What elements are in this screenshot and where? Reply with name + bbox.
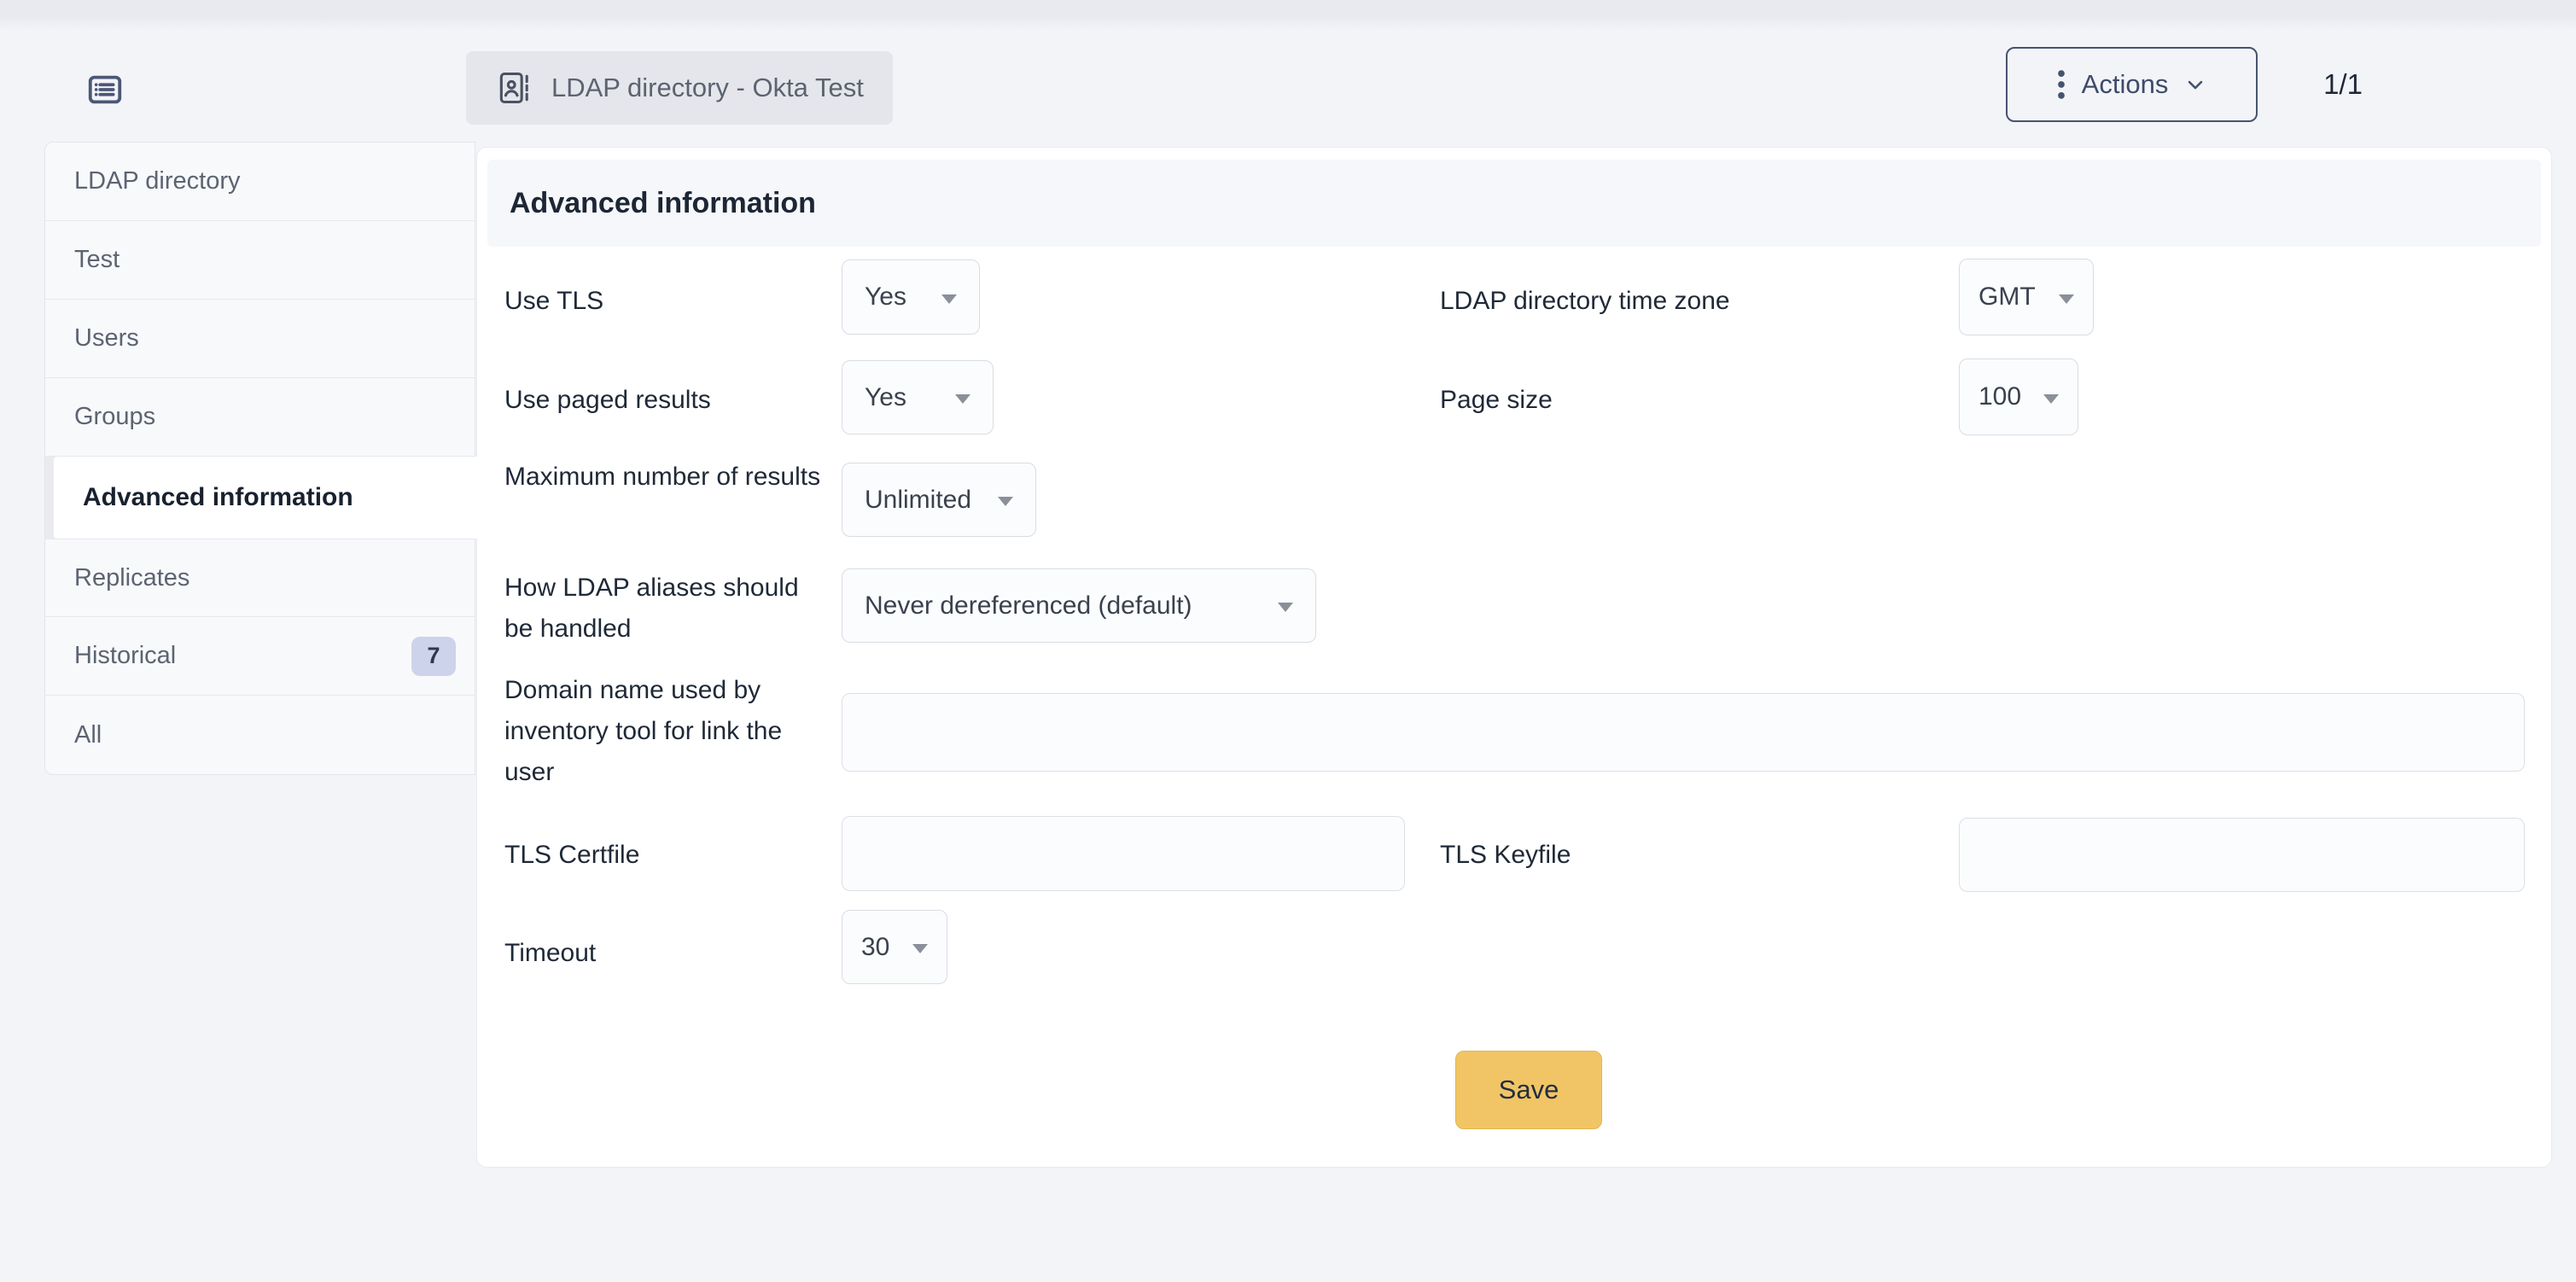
sidebar-item-replicates[interactable]: Replicates xyxy=(45,539,475,617)
aliases-label: How LDAP aliases should be handled xyxy=(504,568,829,650)
sidebar-item-historical[interactable]: Historical 7 xyxy=(45,617,475,696)
use-paged-results-label: Use paged results xyxy=(504,380,829,421)
max-results-select[interactable]: Unlimited xyxy=(842,463,1036,537)
timeout-select[interactable]: 30 xyxy=(842,910,947,984)
timezone-label: LDAP directory time zone xyxy=(1440,281,1952,322)
timezone-value: GMT xyxy=(1979,283,2036,312)
historical-count-badge: 7 xyxy=(411,637,456,676)
dropdown-caret-icon xyxy=(941,294,957,304)
sidebar-item-label: All xyxy=(74,721,102,749)
page-size-value: 100 xyxy=(1979,382,2021,411)
sidebar-item-groups[interactable]: Groups xyxy=(45,378,475,457)
sidebar-item-test[interactable]: Test xyxy=(45,221,475,300)
dropdown-caret-icon xyxy=(998,497,1013,506)
timezone-select[interactable]: GMT xyxy=(1959,259,2094,335)
use-tls-label: Use TLS xyxy=(504,281,829,322)
advanced-information-panel: Advanced information Use TLS Yes LDAP di… xyxy=(476,147,2552,1168)
use-tls-select[interactable]: Yes xyxy=(842,259,980,335)
chevron-down-icon xyxy=(2183,73,2207,96)
entity-menu-button[interactable] xyxy=(81,68,129,111)
record-counter: 1/1 xyxy=(2288,47,2398,122)
sidebar-item-all[interactable]: All xyxy=(45,696,475,774)
actions-button-label: Actions xyxy=(2082,69,2169,100)
aliases-select[interactable]: Never dereferenced (default) xyxy=(842,568,1316,643)
sidebar-item-label: Replicates xyxy=(74,564,189,592)
sidebar-item-label: Groups xyxy=(74,403,155,431)
sidebar-item-label: Test xyxy=(74,246,119,274)
timeout-label: Timeout xyxy=(504,933,829,974)
page-title-chip: LDAP directory - Okta Test xyxy=(466,51,893,125)
vertical-tabs: LDAP directory Test Users Groups Advance… xyxy=(44,142,475,775)
save-button[interactable]: Save xyxy=(1455,1051,1602,1129)
domain-name-label: Domain name used by inventory tool for l… xyxy=(504,670,829,793)
timeout-value: 30 xyxy=(861,933,889,962)
use-tls-value: Yes xyxy=(865,283,906,312)
tls-certfile-input[interactable] xyxy=(842,816,1405,891)
sidebar-item-label: Users xyxy=(74,324,139,353)
topbar-shadow-strip xyxy=(0,0,2576,31)
use-paged-results-select[interactable]: Yes xyxy=(842,360,994,434)
address-book-icon xyxy=(495,69,533,107)
page-size-select[interactable]: 100 xyxy=(1959,358,2078,435)
dropdown-caret-icon xyxy=(1278,603,1293,612)
tls-keyfile-label: TLS Keyfile xyxy=(1440,835,1952,876)
actions-button[interactable]: Actions xyxy=(2006,47,2258,122)
sidebar-item-users[interactable]: Users xyxy=(45,300,475,378)
list-details-icon xyxy=(84,70,126,109)
dropdown-caret-icon xyxy=(955,394,970,404)
aliases-value: Never dereferenced (default) xyxy=(865,591,1192,621)
sidebar-item-label: Advanced information xyxy=(83,483,353,512)
dropdown-caret-icon xyxy=(2043,394,2059,404)
sidebar-item-advanced-information[interactable]: Advanced information xyxy=(54,457,487,539)
dropdown-caret-icon xyxy=(912,944,928,953)
panel-title: Advanced information xyxy=(510,187,816,220)
sidebar-item-ldap-directory[interactable]: LDAP directory xyxy=(45,143,475,221)
max-results-label: Maximum number of results xyxy=(504,457,829,498)
use-paged-results-value: Yes xyxy=(865,383,906,412)
tls-keyfile-input[interactable] xyxy=(1959,818,2525,892)
page-size-label: Page size xyxy=(1440,380,1952,421)
sidebar-item-label: LDAP directory xyxy=(74,167,241,195)
dropdown-caret-icon xyxy=(2059,294,2074,304)
page-title: LDAP directory - Okta Test xyxy=(551,73,864,103)
panel-header: Advanced information xyxy=(487,160,2541,247)
kebab-menu-icon xyxy=(2056,67,2066,102)
max-results-value: Unlimited xyxy=(865,486,971,515)
tls-certfile-label: TLS Certfile xyxy=(504,835,829,876)
domain-name-input[interactable] xyxy=(842,693,2525,772)
sidebar-item-label: Historical xyxy=(74,642,176,670)
